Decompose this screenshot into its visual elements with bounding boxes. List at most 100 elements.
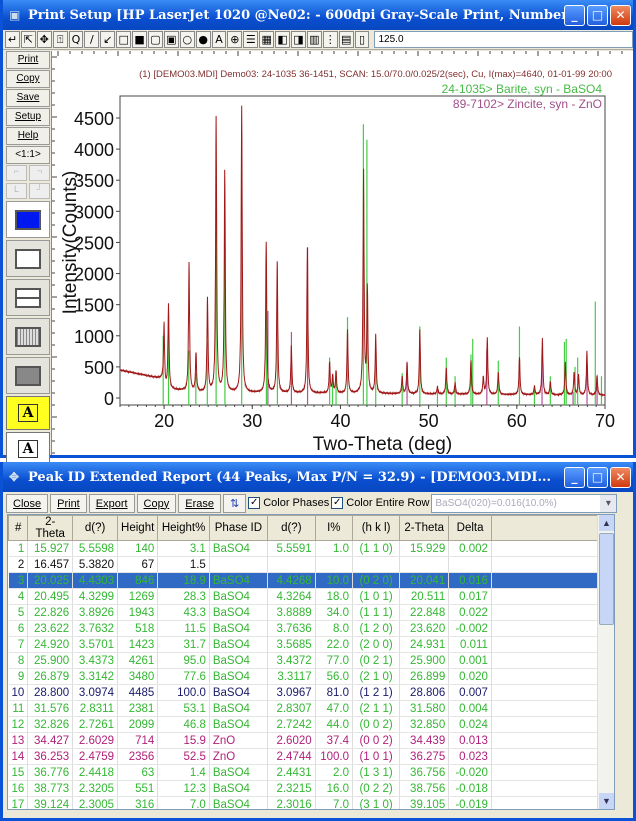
list-icon[interactable]: ☰ <box>243 31 259 48</box>
zoom-field[interactable]: 125.0 <box>374 31 633 48</box>
scroll-thumb[interactable] <box>599 533 614 625</box>
text-white-button[interactable]: A <box>6 432 50 466</box>
dots-icon[interactable]: ⋮ <box>322 31 338 48</box>
split-pane-view-button[interactable] <box>6 279 50 316</box>
column-header[interactable]: (h k l) <box>351 515 401 541</box>
move-icon[interactable]: ✥ <box>36 31 52 48</box>
close-report-button[interactable]: Close <box>6 493 49 513</box>
color-screen-view-button[interactable] <box>6 201 50 238</box>
column-header[interactable]: # <box>8 515 29 541</box>
table-cell-empty <box>491 700 614 717</box>
close-button[interactable]: ✕ <box>610 466 631 488</box>
table-row[interactable]: 16 38.773 2.3205 551 12.3 BaSO4 2.3215 16.0 (0 2… <box>8 780 614 797</box>
rectangle-icon[interactable]: □ <box>116 31 132 48</box>
phase-combo[interactable]: BaSO4(020)=0.016(10.0%) ▾ <box>431 493 618 513</box>
erase-button[interactable]: Erase <box>178 493 221 513</box>
scroll-down-icon[interactable]: ▼ <box>599 793 614 809</box>
table-cell: 39.105 <box>399 796 450 809</box>
filled-rectangle-icon[interactable]: ■ <box>132 31 148 48</box>
close-button[interactable]: ✕ <box>610 4 631 26</box>
bw-icon[interactable]: ◧ <box>275 31 291 48</box>
copy-report-button[interactable]: Copy <box>136 493 177 513</box>
maximize-button[interactable]: □ <box>587 4 608 26</box>
gray-view-button[interactable] <box>6 357 50 394</box>
filled-rounded-rect-icon[interactable]: ▣ <box>163 31 179 48</box>
minimize-button[interactable]: _ <box>564 466 585 488</box>
table-row[interactable]: 12 32.826 2.7261 2099 46.8 BaSO4 2.7242 44.0 (0 … <box>8 716 614 733</box>
scroll-up-icon[interactable]: ▲ <box>599 515 614 531</box>
print-setup-titlebar[interactable]: ▣ Print Setup [HP LaserJet 1020 @Ne02: -… <box>3 0 633 30</box>
column-header[interactable]: Phase ID <box>208 515 268 541</box>
table-row[interactable]: 13 34.427 2.6029 714 15.9 ZnO 2.6020 37.4 (0 0 2… <box>8 732 614 749</box>
table-row[interactable]: 7 24.920 3.5701 1423 31.7 BaSO4 3.5685 22.0 (2 0… <box>8 636 614 653</box>
line-icon[interactable]: / <box>84 31 100 48</box>
color-icon[interactable]: ▥ <box>306 31 322 48</box>
arrow-line-icon[interactable]: ↙ <box>100 31 116 48</box>
column-header[interactable]: I% <box>314 515 354 541</box>
pattern-view-button[interactable] <box>6 318 50 355</box>
save-button[interactable]: Save <box>6 89 50 107</box>
table-row[interactable]: 1 15.927 5.5598 140 3.1 BaSO4 5.5591 1.0 (1 1 0)… <box>8 540 614 557</box>
copy-button[interactable]: Copy <box>6 70 50 88</box>
circled-number-icon[interactable]: ⊕ <box>227 31 243 48</box>
column-header[interactable]: d(?) <box>266 515 316 541</box>
table-row[interactable]: 8 25.900 3.4373 4261 95.0 BaSO4 3.4372 77.0 (0 2… <box>8 652 614 669</box>
ellipse-icon[interactable]: ○ <box>179 31 195 48</box>
color-entire-row-checkbox[interactable]: ✓ Color Entire Row <box>331 497 429 509</box>
column-header[interactable]: 2-Theta <box>399 515 450 541</box>
table-cell: BaSO4 <box>209 588 268 605</box>
corner-bottom-left-button[interactable]: L <box>6 183 27 199</box>
minimize-button[interactable]: _ <box>564 4 585 26</box>
report-titlebar[interactable]: ✥ Peak ID Extended Report (44 Peaks, Max… <box>3 462 633 492</box>
table-row[interactable]: 11 31.576 2.8311 2381 53.1 BaSO4 2.8307 47.0 (2 … <box>8 700 614 717</box>
export-button[interactable]: Export <box>88 493 135 513</box>
corner-bottom-right-button[interactable]: ┘ <box>29 183 50 199</box>
table-row[interactable]: 10 28.800 3.0974 4485 100.0 BaSO4 3.0967 81.0 (1… <box>8 684 614 701</box>
single-pane-view-button[interactable] <box>6 240 50 277</box>
table-row[interactable]: 6 23.622 3.7632 518 11.5 BaSO4 3.7636 8.0 (1 2 0… <box>8 620 614 637</box>
corner-top-left-button[interactable]: ⌐ <box>6 165 27 181</box>
filled-ellipse-icon[interactable]: ● <box>195 31 211 48</box>
table-cell: BaSO4 <box>209 716 268 733</box>
table-cell: 43.3 <box>157 604 210 621</box>
layout-icon[interactable]: ▤ <box>338 31 354 48</box>
grid-icon[interactable]: ▦ <box>259 31 275 48</box>
ratio-button[interactable]: <1:1> <box>6 146 50 164</box>
vertical-scrollbar[interactable]: ▲ ▼ <box>597 515 614 809</box>
text-yellow-button[interactable]: A <box>6 396 50 430</box>
table-row[interactable]: 4 20.495 4.3299 1269 28.3 BaSO4 4.3264 18.0 (1 0… <box>8 588 614 605</box>
chevron-down-icon[interactable]: ▾ <box>600 494 617 512</box>
table-cell: 5.5598 <box>72 540 119 557</box>
print-button[interactable]: Print <box>6 51 50 69</box>
help-button[interactable]: Help <box>6 127 50 145</box>
table-cell: BaSO4 <box>209 620 268 637</box>
table-row[interactable]: 3 20.025 4.4303 846 18.9 BaSO4 4.4268 10.0 (0 2 … <box>8 572 614 589</box>
text-A-icon[interactable]: A <box>211 31 227 48</box>
trash-icon[interactable]: ▯ <box>354 31 370 48</box>
table-row[interactable]: 2 16.457 5.3820 67 1.5 <box>8 556 614 573</box>
column-header[interactable]: d(?) <box>72 515 119 541</box>
rounded-rect-icon[interactable]: ▢ <box>148 31 163 48</box>
pointer-icon[interactable]: ⇱ <box>20 31 36 48</box>
return-icon[interactable]: ↵ <box>5 31 20 48</box>
column-header[interactable]: Height <box>117 515 159 541</box>
sort-icon[interactable]: ⇅ <box>222 493 247 513</box>
table-row[interactable]: 9 26.879 3.3142 3480 77.6 BaSO4 3.3117 56.0 (2 1… <box>8 668 614 685</box>
color-phases-checkbox[interactable]: ✓ Color Phases <box>248 497 329 509</box>
magnifier-icon[interactable]: Q <box>68 31 84 48</box>
table-row[interactable]: 5 22.826 3.8926 1943 43.3 BaSO4 3.8889 34.0 (1 1… <box>8 604 614 621</box>
table-cell: 100.0 <box>157 684 210 701</box>
table-row[interactable]: 17 39.124 2.3005 316 7.0 BaSO4 2.3016 7.0 (3 1 0… <box>8 796 614 809</box>
table-row[interactable]: 15 36.776 2.4418 63 1.4 BaSO4 2.4431 2.0 (1 3 1)… <box>8 764 614 781</box>
column-header[interactable]: Delta <box>448 515 492 541</box>
column-header[interactable]: 2-Theta <box>27 515 74 541</box>
print-report-button[interactable]: Print <box>50 493 87 513</box>
corner-top-right-button[interactable]: ¬ <box>29 165 50 181</box>
setup-button[interactable]: Setup <box>6 108 50 126</box>
gray-icon[interactable]: ◨ <box>291 31 306 48</box>
text-cursor-icon[interactable]: ⍐ <box>52 31 68 48</box>
table-row[interactable]: 14 36.253 2.4759 2356 52.5 ZnO 2.4744 100.0 (1 0… <box>8 748 614 765</box>
maximize-button[interactable]: □ <box>587 466 608 488</box>
table-cell: 2.4418 <box>72 764 119 781</box>
column-header[interactable]: Height% <box>157 515 210 541</box>
